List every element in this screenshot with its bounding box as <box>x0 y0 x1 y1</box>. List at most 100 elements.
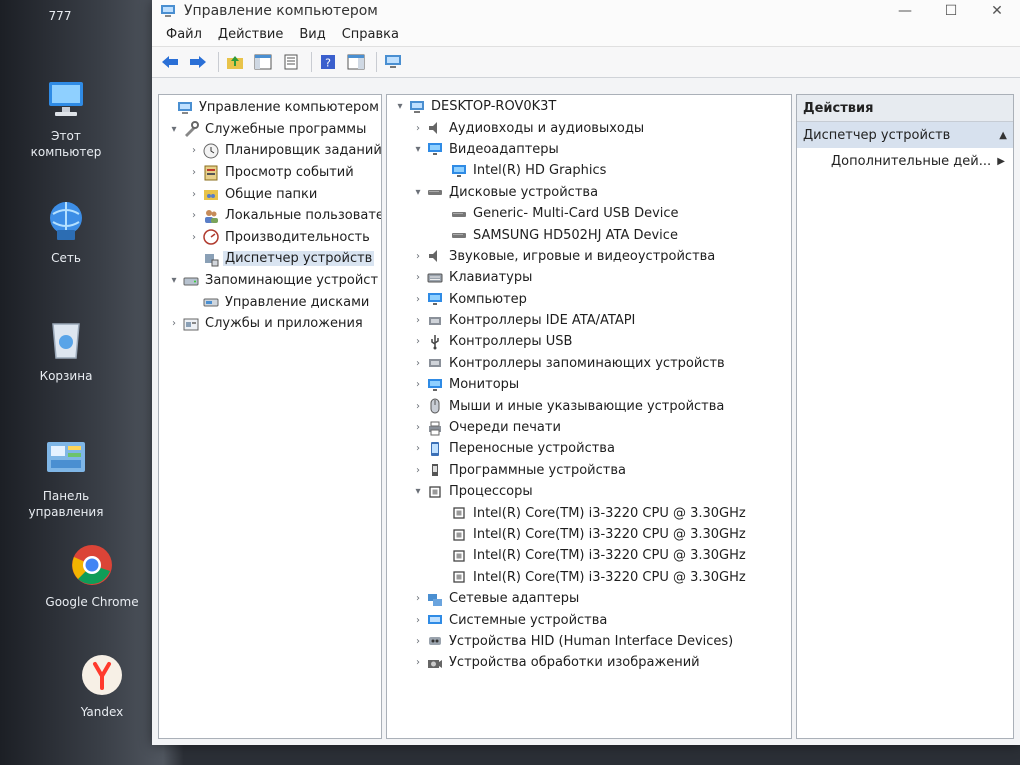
tree-item-device-category[interactable]: ▾ Дисковые устройства <box>387 182 791 203</box>
menu-file[interactable]: Файл <box>158 27 210 42</box>
tree-item-device-category[interactable]: › Программные устройства <box>387 460 791 481</box>
chevron-right-icon[interactable]: › <box>411 315 425 326</box>
network-icon <box>428 593 442 606</box>
chevron-right-icon[interactable]: › <box>187 167 201 178</box>
tree-item-device[interactable]: Intel(R) Core(TM) i3-3220 CPU @ 3.30GHz <box>387 545 791 566</box>
action-pane-button[interactable] <box>344 50 368 74</box>
chevron-right-icon[interactable]: › <box>411 593 425 604</box>
chevron-right-icon[interactable]: › <box>411 422 425 433</box>
tree-item-device-category[interactable]: › Звуковые, игровые и видеоустройства <box>387 246 791 267</box>
tree-item-device[interactable]: Intel(R) HD Graphics <box>387 160 791 181</box>
tree-item-system-tools[interactable]: ▾ Служебные программы <box>159 119 381 141</box>
tree-item-device-category[interactable]: › Аудиовходы и аудиовыходы <box>387 117 791 138</box>
monitor-icon <box>428 143 442 156</box>
show-hide-tree-button[interactable] <box>251 50 275 74</box>
tree-item-device-category[interactable]: › Клавиатуры <box>387 267 791 288</box>
close-button[interactable]: ✕ <box>974 0 1020 22</box>
tree-item-shared-folders[interactable]: › Общие папки <box>159 183 381 205</box>
processor-icon <box>429 486 441 498</box>
tree-item-device-category[interactable]: › Контроллеры запоминающих устройств <box>387 353 791 374</box>
tree-item-event-viewer[interactable]: › Просмотр событий <box>159 162 381 184</box>
chevron-right-icon[interactable]: › <box>411 379 425 390</box>
chevron-right-icon[interactable]: › <box>411 123 425 134</box>
help-button[interactable]: ? <box>316 50 340 74</box>
tree-item-device-category[interactable]: › Контроллеры IDE ATA/ATAPI <box>387 310 791 331</box>
desktop-icon-yandex[interactable]: Yandex <box>54 652 150 720</box>
chevron-right-icon[interactable]: › <box>411 251 425 262</box>
chevron-right-icon[interactable]: › <box>187 210 201 221</box>
tree-item-device-category[interactable]: › Системные устройства <box>387 609 791 630</box>
tree-item-device-category[interactable]: › Очереди печати <box>387 417 791 438</box>
tree-item-device-category[interactable]: › Компьютер <box>387 289 791 310</box>
tree-item-computer-management[interactable]: Управление компьютером (л <box>159 97 381 119</box>
tree-item-device[interactable]: Intel(R) Core(TM) i3-3220 CPU @ 3.30GHz <box>387 524 791 545</box>
tree-item-performance[interactable]: › Производительность <box>159 227 381 249</box>
minimize-button[interactable]: — <box>882 0 928 22</box>
tree-item-device-category[interactable]: › Переносные устройства <box>387 438 791 459</box>
tree-item-device-category[interactable]: ▾ Видеоадаптеры <box>387 139 791 160</box>
tree-item-device[interactable]: Generic- Multi-Card USB Device <box>387 203 791 224</box>
desktop-icon-777[interactable]: 777 <box>12 8 108 24</box>
tree-item-services-and-applications[interactable]: › Службы и приложения <box>159 313 381 335</box>
desktop-icon-this-pc[interactable]: Этот компьютер <box>18 76 114 160</box>
chevron-right-icon[interactable]: › <box>411 401 425 412</box>
tree-item-device-category[interactable]: › Устройства HID (Human Interface Devices… <box>387 631 791 652</box>
chevron-right-icon[interactable]: › <box>411 294 425 305</box>
chevron-right-icon[interactable]: › <box>411 358 425 369</box>
forward-button[interactable] <box>186 50 210 74</box>
tree-label: Intel(R) Core(TM) i3-3220 CPU @ 3.30GHz <box>473 527 746 542</box>
chevron-down-icon[interactable]: ▾ <box>411 187 425 198</box>
controller-icon <box>429 359 441 368</box>
tree-item-computer-root[interactable]: ▾ DESKTOP-ROV0K3T <box>387 96 791 117</box>
tree-item-device-category[interactable]: › Мыши и иные указывающие устройства <box>387 395 791 416</box>
tree-item-device-category[interactable]: › Устройства обработки изображений <box>387 652 791 673</box>
tree-item-device-category[interactable]: › Контроллеры USB <box>387 331 791 352</box>
chevron-down-icon[interactable]: ▾ <box>411 486 425 497</box>
tree-item-task-scheduler[interactable]: › Планировщик заданий <box>159 140 381 162</box>
tree-item-device-category[interactable]: › Мониторы <box>387 374 791 395</box>
desktop-icon-recycle-bin[interactable]: Корзина <box>18 316 114 384</box>
back-button[interactable] <box>158 50 182 74</box>
export-list-button[interactable] <box>279 50 303 74</box>
tree-item-device-category[interactable]: › Сетевые адаптеры <box>387 588 791 609</box>
chevron-right-icon[interactable]: › <box>187 145 201 156</box>
chevron-right-icon[interactable]: › <box>411 272 425 283</box>
caret-up-icon[interactable]: ▲ <box>999 130 1007 141</box>
menu-action[interactable]: Действие <box>210 27 291 42</box>
maximize-button[interactable]: ☐ <box>928 0 974 22</box>
tree-item-local-users[interactable]: › Локальные пользовате <box>159 205 381 227</box>
chevron-down-icon[interactable]: ▾ <box>167 124 181 135</box>
help-icon: ? <box>321 55 335 70</box>
chevron-right-icon[interactable]: › <box>411 336 425 347</box>
tree-item-device[interactable]: Intel(R) Core(TM) i3-3220 CPU @ 3.30GHz <box>387 567 791 588</box>
menu-view[interactable]: Вид <box>291 27 333 42</box>
desktop-icon-google-chrome[interactable]: Google Chrome <box>44 542 140 610</box>
toolbar: ? <box>152 47 1020 78</box>
desktop-icon-network[interactable]: Сеть <box>18 198 114 266</box>
tree-item-device-manager[interactable]: Диспетчер устройств <box>159 248 381 270</box>
chevron-down-icon[interactable]: ▾ <box>393 101 407 112</box>
chevron-right-icon[interactable]: › <box>411 443 425 454</box>
actions-section-device-manager[interactable]: Диспетчер устройств ▲ <box>797 122 1013 148</box>
chevron-right-icon[interactable]: › <box>187 189 201 200</box>
menu-help[interactable]: Справка <box>334 27 407 42</box>
chevron-right-icon[interactable]: › <box>411 657 425 668</box>
chevron-right-icon[interactable]: › <box>411 636 425 647</box>
desktop-icon-control-panel[interactable]: Панель управления <box>18 436 114 520</box>
tree-item-device[interactable]: SAMSUNG HD502HJ ATA Device <box>387 224 791 245</box>
more-actions-item[interactable]: Дополнительные дей... ▶ <box>797 148 1013 174</box>
chevron-down-icon[interactable]: ▾ <box>411 144 425 155</box>
chevron-down-icon[interactable]: ▾ <box>167 275 181 286</box>
title-bar[interactable]: Управление компьютером — ☐ ✕ <box>152 0 1020 22</box>
chevron-right-icon[interactable]: › <box>411 615 425 626</box>
desktop-icon-label: Корзина <box>39 369 93 383</box>
tree-item-disk-management[interactable]: Управление дисками <box>159 291 381 313</box>
tree-item-device[interactable]: Intel(R) Core(TM) i3-3220 CPU @ 3.30GHz <box>387 502 791 523</box>
scan-hardware-button[interactable] <box>381 50 405 74</box>
up-level-button[interactable] <box>223 50 247 74</box>
tree-item-storage[interactable]: ▾ Запоминающие устройст <box>159 270 381 292</box>
chevron-right-icon[interactable]: › <box>187 232 201 243</box>
chevron-right-icon[interactable]: › <box>411 465 425 476</box>
chevron-right-icon[interactable]: › <box>167 318 181 329</box>
tree-item-device-category[interactable]: ▾ Процессоры <box>387 481 791 502</box>
